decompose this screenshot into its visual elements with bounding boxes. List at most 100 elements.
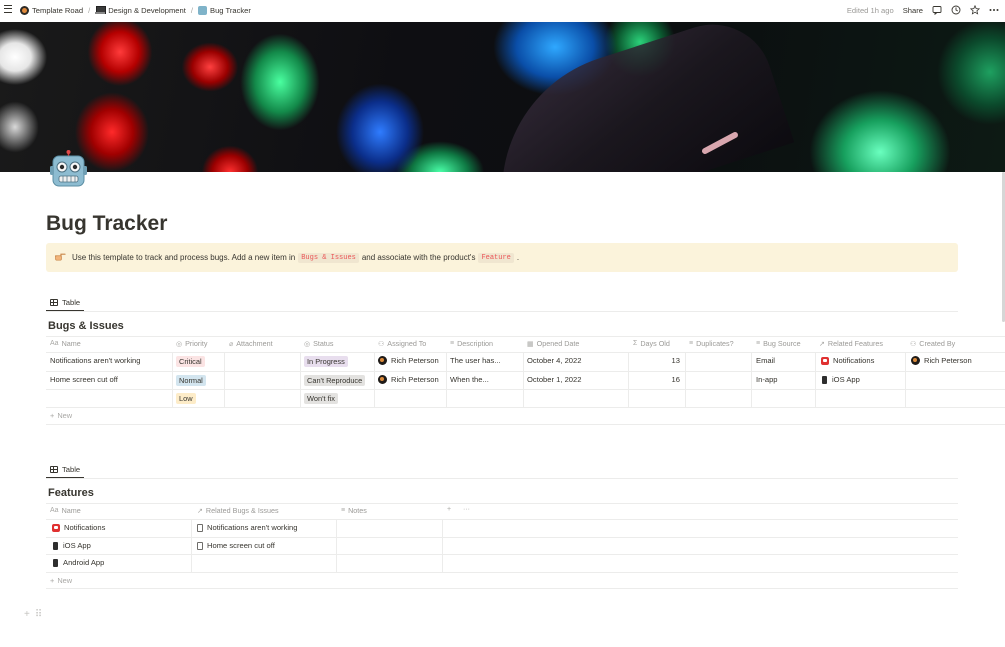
add-new-row-button[interactable]: + New (50, 411, 72, 420)
days-old-cell[interactable]: 16 (632, 375, 680, 384)
avatar (378, 375, 387, 384)
breadcrumb-item-template-road[interactable]: Template Road (20, 5, 83, 15)
column-divider (300, 352, 301, 407)
share-button[interactable]: Share (903, 6, 923, 15)
add-new-row-button[interactable]: + New (50, 576, 72, 585)
drag-handle-icon[interactable]: ⠿ (35, 609, 42, 620)
column-label: Status (313, 339, 334, 348)
star-icon[interactable] (970, 5, 980, 15)
database-title-bugs[interactable]: Bugs & Issues (48, 320, 124, 332)
column-header-attachment[interactable]: ⌀ Attachment (229, 339, 273, 348)
bug-source-cell[interactable]: Email (756, 356, 775, 365)
table-row-name[interactable]: Home screen cut off (50, 375, 118, 384)
database-title-features[interactable]: Features (48, 487, 94, 499)
priority-cell[interactable]: Low (176, 393, 196, 404)
text-lines-icon: ≡ (756, 340, 761, 347)
related-feature-cell[interactable]: Notifications (821, 356, 874, 365)
column-header-status[interactable]: ◎ Status (304, 339, 334, 348)
person-name: Rich Peterson (924, 356, 972, 365)
column-header-name[interactable]: Aa Name (50, 339, 81, 348)
callout-text-end: . (516, 253, 520, 262)
add-property-button[interactable]: + (447, 506, 451, 513)
cover-hand-shape (465, 22, 795, 172)
column-header-duplicates[interactable]: ≡ Duplicates? (689, 339, 734, 348)
opened-date-cell[interactable]: October 4, 2022 (527, 356, 581, 365)
menu-icon[interactable] (4, 5, 12, 14)
plus-icon: + (50, 411, 55, 420)
column-label: Notes (348, 506, 367, 515)
column-header-days-old[interactable]: Σ Days Old (633, 339, 670, 348)
related-feature-cell[interactable]: iOS App (821, 375, 860, 384)
column-header-notes[interactable]: ≡ Notes (341, 506, 367, 515)
robot-icon (198, 5, 207, 15)
column-header-opened-date[interactable]: ▦ Opened Date (527, 339, 579, 348)
status-cell[interactable]: In Progress (304, 356, 348, 367)
notification-icon (821, 356, 829, 365)
column-label: Related Features (827, 339, 884, 348)
column-header-name[interactable]: Aa Name (50, 506, 81, 515)
list-item[interactable]: Android App (52, 558, 104, 567)
column-header-bug-source[interactable]: ≡ Bug Source (756, 339, 801, 348)
table-divider (46, 407, 1005, 408)
plus-icon[interactable]: + (24, 609, 30, 620)
priority-cell[interactable]: Normal (176, 375, 206, 386)
column-header-created-by[interactable]: ⚇ Created By (910, 339, 955, 348)
bug-source-cell[interactable]: In-app (756, 375, 778, 384)
block-controls[interactable]: + ⠿ (24, 609, 42, 620)
more-options-icon[interactable]: ··· (463, 506, 470, 513)
robot-icon[interactable] (50, 150, 87, 190)
phone-icon (53, 541, 58, 550)
column-divider (191, 519, 192, 572)
comment-icon[interactable] (932, 5, 942, 15)
days-old-cell[interactable]: 13 (632, 356, 680, 365)
callout-text-middle: and associate with the product's (361, 253, 476, 262)
new-row-label: New (57, 576, 73, 585)
text-lines-icon: ≡ (450, 340, 455, 347)
tab-divider (46, 478, 958, 479)
feature-name: Android App (63, 558, 105, 567)
related-bug-cell[interactable]: Notifications aren't working (197, 523, 298, 532)
column-divider (442, 519, 443, 572)
breadcrumb-item-design-development[interactable]: Design & Development (95, 6, 186, 15)
assigned-cell[interactable]: Rich Peterson (378, 356, 439, 365)
list-item[interactable]: Notifications (52, 523, 105, 532)
column-label: Description (457, 339, 494, 348)
new-row-label: New (57, 411, 73, 420)
column-header-description[interactable]: ≡ Description (450, 339, 493, 348)
related-feature-label: Notifications (833, 356, 875, 365)
column-header-related-bugs[interactable]: ↗ Related Bugs & Issues (197, 506, 279, 515)
page-title[interactable]: Bug Tracker (46, 212, 167, 236)
column-label: Assigned To (387, 339, 427, 348)
description-cell[interactable]: When the... (450, 375, 489, 384)
table-divider (46, 554, 958, 555)
phone-icon (53, 558, 58, 567)
priority-cell[interactable]: Critical (176, 356, 205, 367)
more-options-icon[interactable] (989, 5, 999, 15)
column-label: Opened Date (536, 339, 580, 348)
created-by-cell[interactable]: Rich Peterson (911, 356, 972, 365)
column-divider (224, 352, 225, 407)
assigned-cell[interactable]: Rich Peterson (378, 375, 439, 384)
column-divider (172, 352, 173, 407)
description-cell[interactable]: The user has... (450, 356, 501, 365)
column-label: Created By (919, 339, 956, 348)
column-label: Attachment (236, 339, 273, 348)
callout-block[interactable]: Use this template to track and process b… (46, 243, 958, 272)
tab-table-view[interactable]: Table (50, 465, 80, 474)
column-label: Related Bugs & Issues (205, 506, 279, 515)
column-header-assigned-to[interactable]: ⚇ Assigned To (378, 339, 426, 348)
opened-date-cell[interactable]: October 1, 2022 (527, 375, 581, 384)
history-icon[interactable] (951, 5, 961, 15)
related-bug-label: Notifications aren't working (207, 523, 298, 532)
tab-table-view[interactable]: Table (50, 298, 80, 307)
list-item[interactable]: iOS App (52, 541, 91, 550)
related-bug-cell[interactable]: Home screen cut off (197, 541, 275, 550)
related-feature-label: iOS App (832, 375, 860, 384)
status-cell[interactable]: Can't Reproduce (304, 375, 366, 386)
status-cell[interactable]: Won't fix (304, 393, 338, 404)
table-divider (46, 503, 958, 504)
breadcrumb-item-bug-tracker[interactable]: Bug Tracker (198, 5, 251, 15)
column-header-priority[interactable]: ◎ Priority (176, 339, 207, 348)
column-header-related-features[interactable]: ↗ Related Features (819, 339, 883, 348)
table-row-name[interactable]: Notifications aren't working (50, 356, 141, 365)
